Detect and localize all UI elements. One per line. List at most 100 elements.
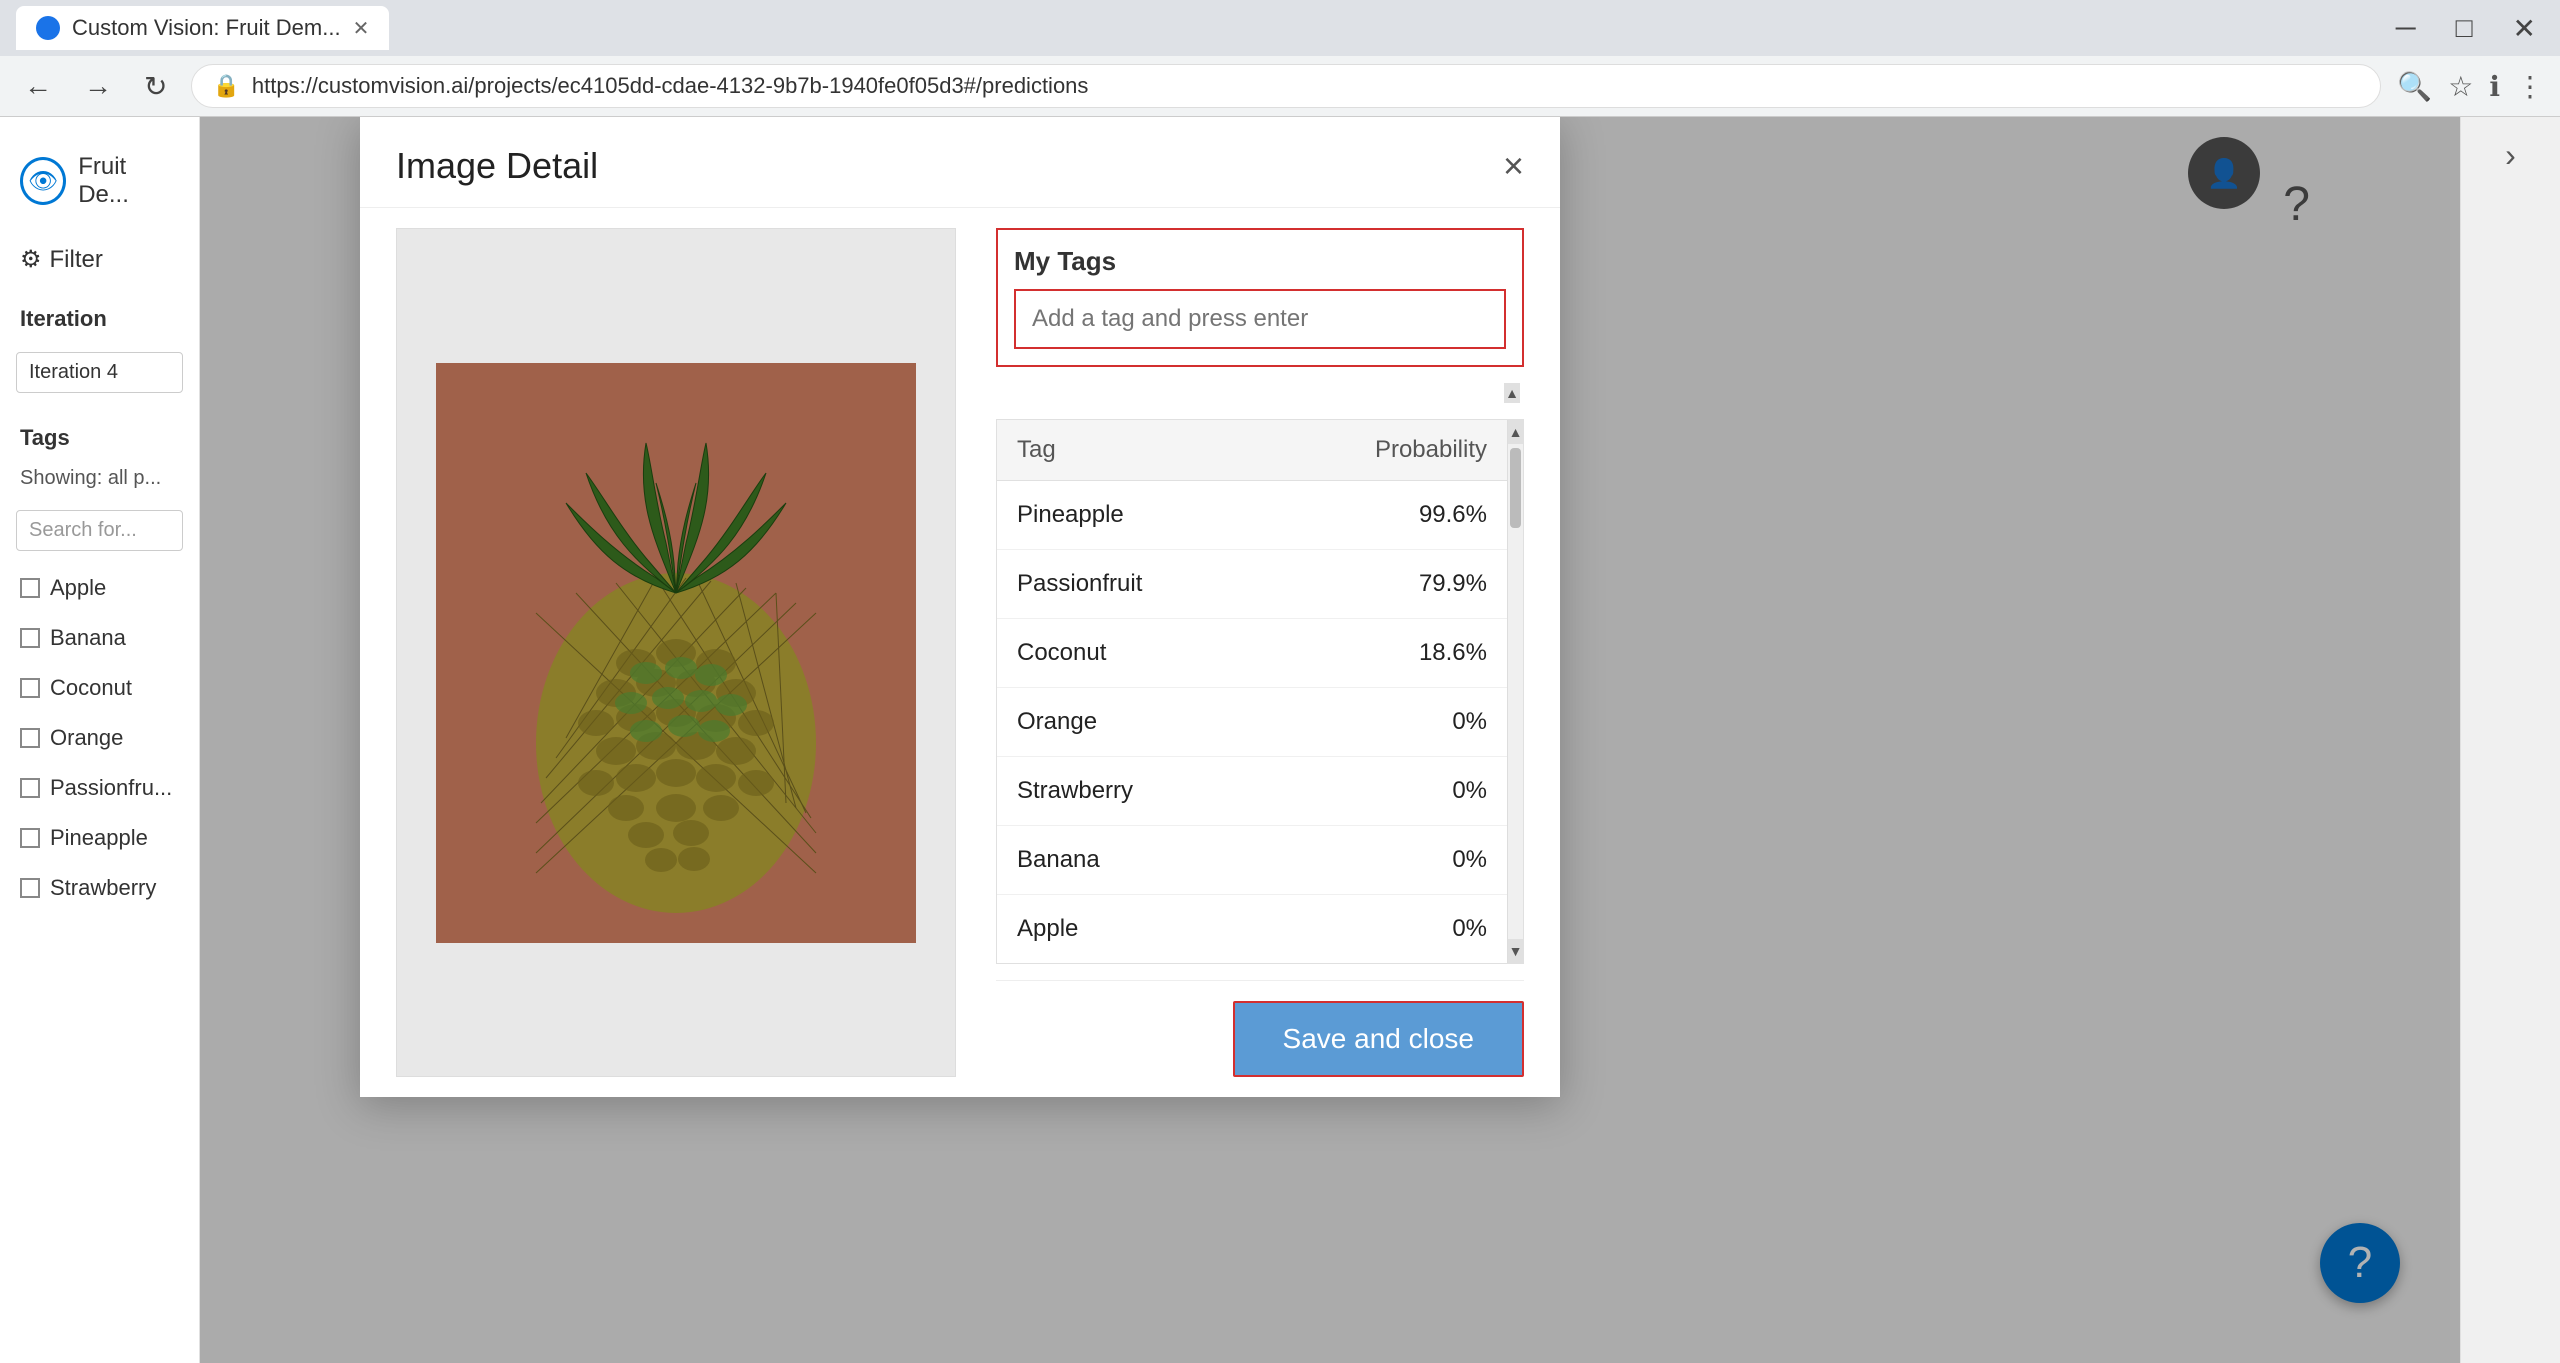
filter-icon: ⚙	[20, 245, 42, 274]
sidebar-filter-btn[interactable]: ⚙ Filter	[0, 233, 199, 286]
sidebar-item-coconut[interactable]: Coconut	[0, 667, 199, 709]
strawberry-checkbox[interactable]	[20, 878, 40, 898]
prediction-row-strawberry: Strawberry 0%	[997, 757, 1523, 826]
iteration-dropdown[interactable]: Iteration 4	[16, 352, 183, 393]
tags-label: Tags	[0, 409, 199, 455]
apple-checkbox[interactable]	[20, 578, 40, 598]
modal-title: Image Detail	[396, 145, 598, 187]
browser-actions: 🔍 ☆ ℹ ⋮	[2397, 70, 2544, 103]
sidebar-logo: 👁 Fruit De...	[0, 137, 199, 225]
sidebar-item-banana[interactable]: Banana	[0, 617, 199, 659]
lock-icon: 🔒	[212, 73, 239, 99]
modal-close-button[interactable]: ×	[1503, 148, 1524, 184]
pred-tag-4: Strawberry	[1017, 777, 1452, 805]
image-area	[396, 228, 956, 1077]
prediction-row-banana: Banana 0%	[997, 826, 1523, 895]
prediction-row-pineapple: Pineapple 99.6%	[997, 481, 1523, 550]
prediction-row-apple: Apple 0%	[997, 895, 1523, 963]
info-button[interactable]: ℹ	[2489, 70, 2500, 103]
right-panel: ›	[2460, 117, 2560, 1363]
sidebar-item-apple[interactable]: Apple	[0, 567, 199, 609]
predictions-scrollbar[interactable]: ▲ ▼	[1507, 420, 1523, 963]
tab-close-button[interactable]: ✕	[353, 16, 370, 41]
tag-search-input[interactable]: Search for...	[16, 510, 183, 551]
pred-tag-0: Pineapple	[1017, 501, 1419, 529]
address-bar[interactable]: 🔒 https://customvision.ai/projects/ec410…	[191, 64, 2381, 108]
pred-tag-5: Banana	[1017, 846, 1452, 874]
browser-tab[interactable]: Custom Vision: Fruit Dem... ✕	[16, 6, 389, 50]
url-text: https://customvision.ai/projects/ec4105d…	[252, 73, 2361, 99]
save-and-close-button[interactable]: Save and close	[1233, 1001, 1524, 1077]
search-button[interactable]: 🔍	[2397, 70, 2432, 103]
minimize-button[interactable]: ─	[2388, 8, 2424, 48]
showing-label: Showing: all p...	[0, 463, 199, 494]
tag-column-header: Tag	[1017, 436, 1375, 464]
logo-text: Fruit De...	[78, 153, 179, 209]
banana-checkbox[interactable]	[20, 628, 40, 648]
pineapple-image	[436, 363, 916, 943]
pred-prob-4: 0%	[1452, 777, 1487, 805]
pineapple-checkbox[interactable]	[20, 828, 40, 848]
close-button[interactable]: ✕	[2505, 8, 2544, 49]
scroll-up-btn[interactable]: ▲	[1508, 420, 1523, 444]
scroll-thumb[interactable]	[1510, 448, 1521, 528]
sidebar-item-orange[interactable]: Orange	[0, 717, 199, 759]
pineapple-label: Pineapple	[50, 825, 148, 851]
pred-prob-5: 0%	[1452, 846, 1487, 874]
modal-overlay: Image Detail ×	[200, 117, 2460, 1363]
iteration-label: Iteration	[0, 294, 199, 336]
iteration-value: Iteration 4	[29, 361, 118, 384]
probability-column-header: Probability	[1375, 436, 1487, 464]
image-detail-modal: Image Detail ×	[360, 117, 1560, 1097]
my-tags-section: My Tags	[996, 228, 1524, 367]
pred-prob-0: 99.6%	[1419, 501, 1487, 529]
logo-icon: 👁	[20, 157, 66, 205]
main-content: Image Detail ×	[200, 117, 2460, 1363]
sidebar-item-pineapple[interactable]: Pineapple	[0, 817, 199, 859]
maximize-button[interactable]: □	[2448, 8, 2481, 48]
strawberry-label: Strawberry	[50, 875, 156, 901]
pred-prob-3: 0%	[1452, 708, 1487, 736]
search-placeholder: Search for...	[29, 519, 137, 541]
orange-label: Orange	[50, 725, 123, 751]
modal-right-panel: My Tags ▲ Tag Probability	[996, 228, 1524, 1077]
scroll-up-arrow[interactable]: ▲	[1504, 383, 1520, 403]
forward-button[interactable]: →	[76, 66, 120, 106]
orange-checkbox[interactable]	[20, 728, 40, 748]
modal-header: Image Detail ×	[360, 117, 1560, 208]
browser-titlebar: Custom Vision: Fruit Dem... ✕ ─ □ ✕	[0, 0, 2560, 56]
scroll-down-btn[interactable]: ▼	[1508, 939, 1523, 963]
coconut-checkbox[interactable]	[20, 678, 40, 698]
my-tags-label: My Tags	[1014, 246, 1506, 277]
filter-label: Filter	[50, 246, 103, 274]
prediction-row-coconut: Coconut 18.6%	[997, 619, 1523, 688]
tab-favicon	[36, 16, 60, 40]
passionfruit-label: Passionfru...	[50, 775, 172, 801]
pred-tag-2: Coconut	[1017, 639, 1419, 667]
passionfruit-checkbox[interactable]	[20, 778, 40, 798]
reload-button[interactable]: ↻	[136, 66, 175, 107]
bookmark-button[interactable]: ☆	[2448, 70, 2473, 103]
coconut-label: Coconut	[50, 675, 132, 701]
modal-body: My Tags ▲ Tag Probability	[360, 208, 1560, 1097]
browser-omnibar: ← → ↻ 🔒 https://customvision.ai/projects…	[0, 56, 2560, 116]
prediction-row-passionfruit: Passionfruit 79.9%	[997, 550, 1523, 619]
tab-title: Custom Vision: Fruit Dem...	[72, 15, 341, 41]
tag-input[interactable]	[1014, 289, 1506, 349]
expand-right-icon[interactable]: ›	[2505, 137, 2516, 174]
sidebar-item-strawberry[interactable]: Strawberry	[0, 867, 199, 909]
prediction-row-orange: Orange 0%	[997, 688, 1523, 757]
banana-label: Banana	[50, 625, 126, 651]
pred-tag-3: Orange	[1017, 708, 1452, 736]
pred-prob-2: 18.6%	[1419, 639, 1487, 667]
predictions-table: Tag Probability Pineapple 99.6%	[996, 419, 1524, 964]
menu-button[interactable]: ⋮	[2516, 70, 2544, 103]
pred-prob-6: 0%	[1452, 915, 1487, 943]
apple-label: Apple	[50, 575, 106, 601]
pred-tag-1: Passionfruit	[1017, 570, 1419, 598]
sidebar-item-passionfruit[interactable]: Passionfru...	[0, 767, 199, 809]
browser-chrome: Custom Vision: Fruit Dem... ✕ ─ □ ✕ ← → …	[0, 0, 2560, 117]
back-button[interactable]: ←	[16, 66, 60, 106]
predictions-header: Tag Probability	[997, 420, 1523, 481]
pred-prob-1: 79.9%	[1419, 570, 1487, 598]
